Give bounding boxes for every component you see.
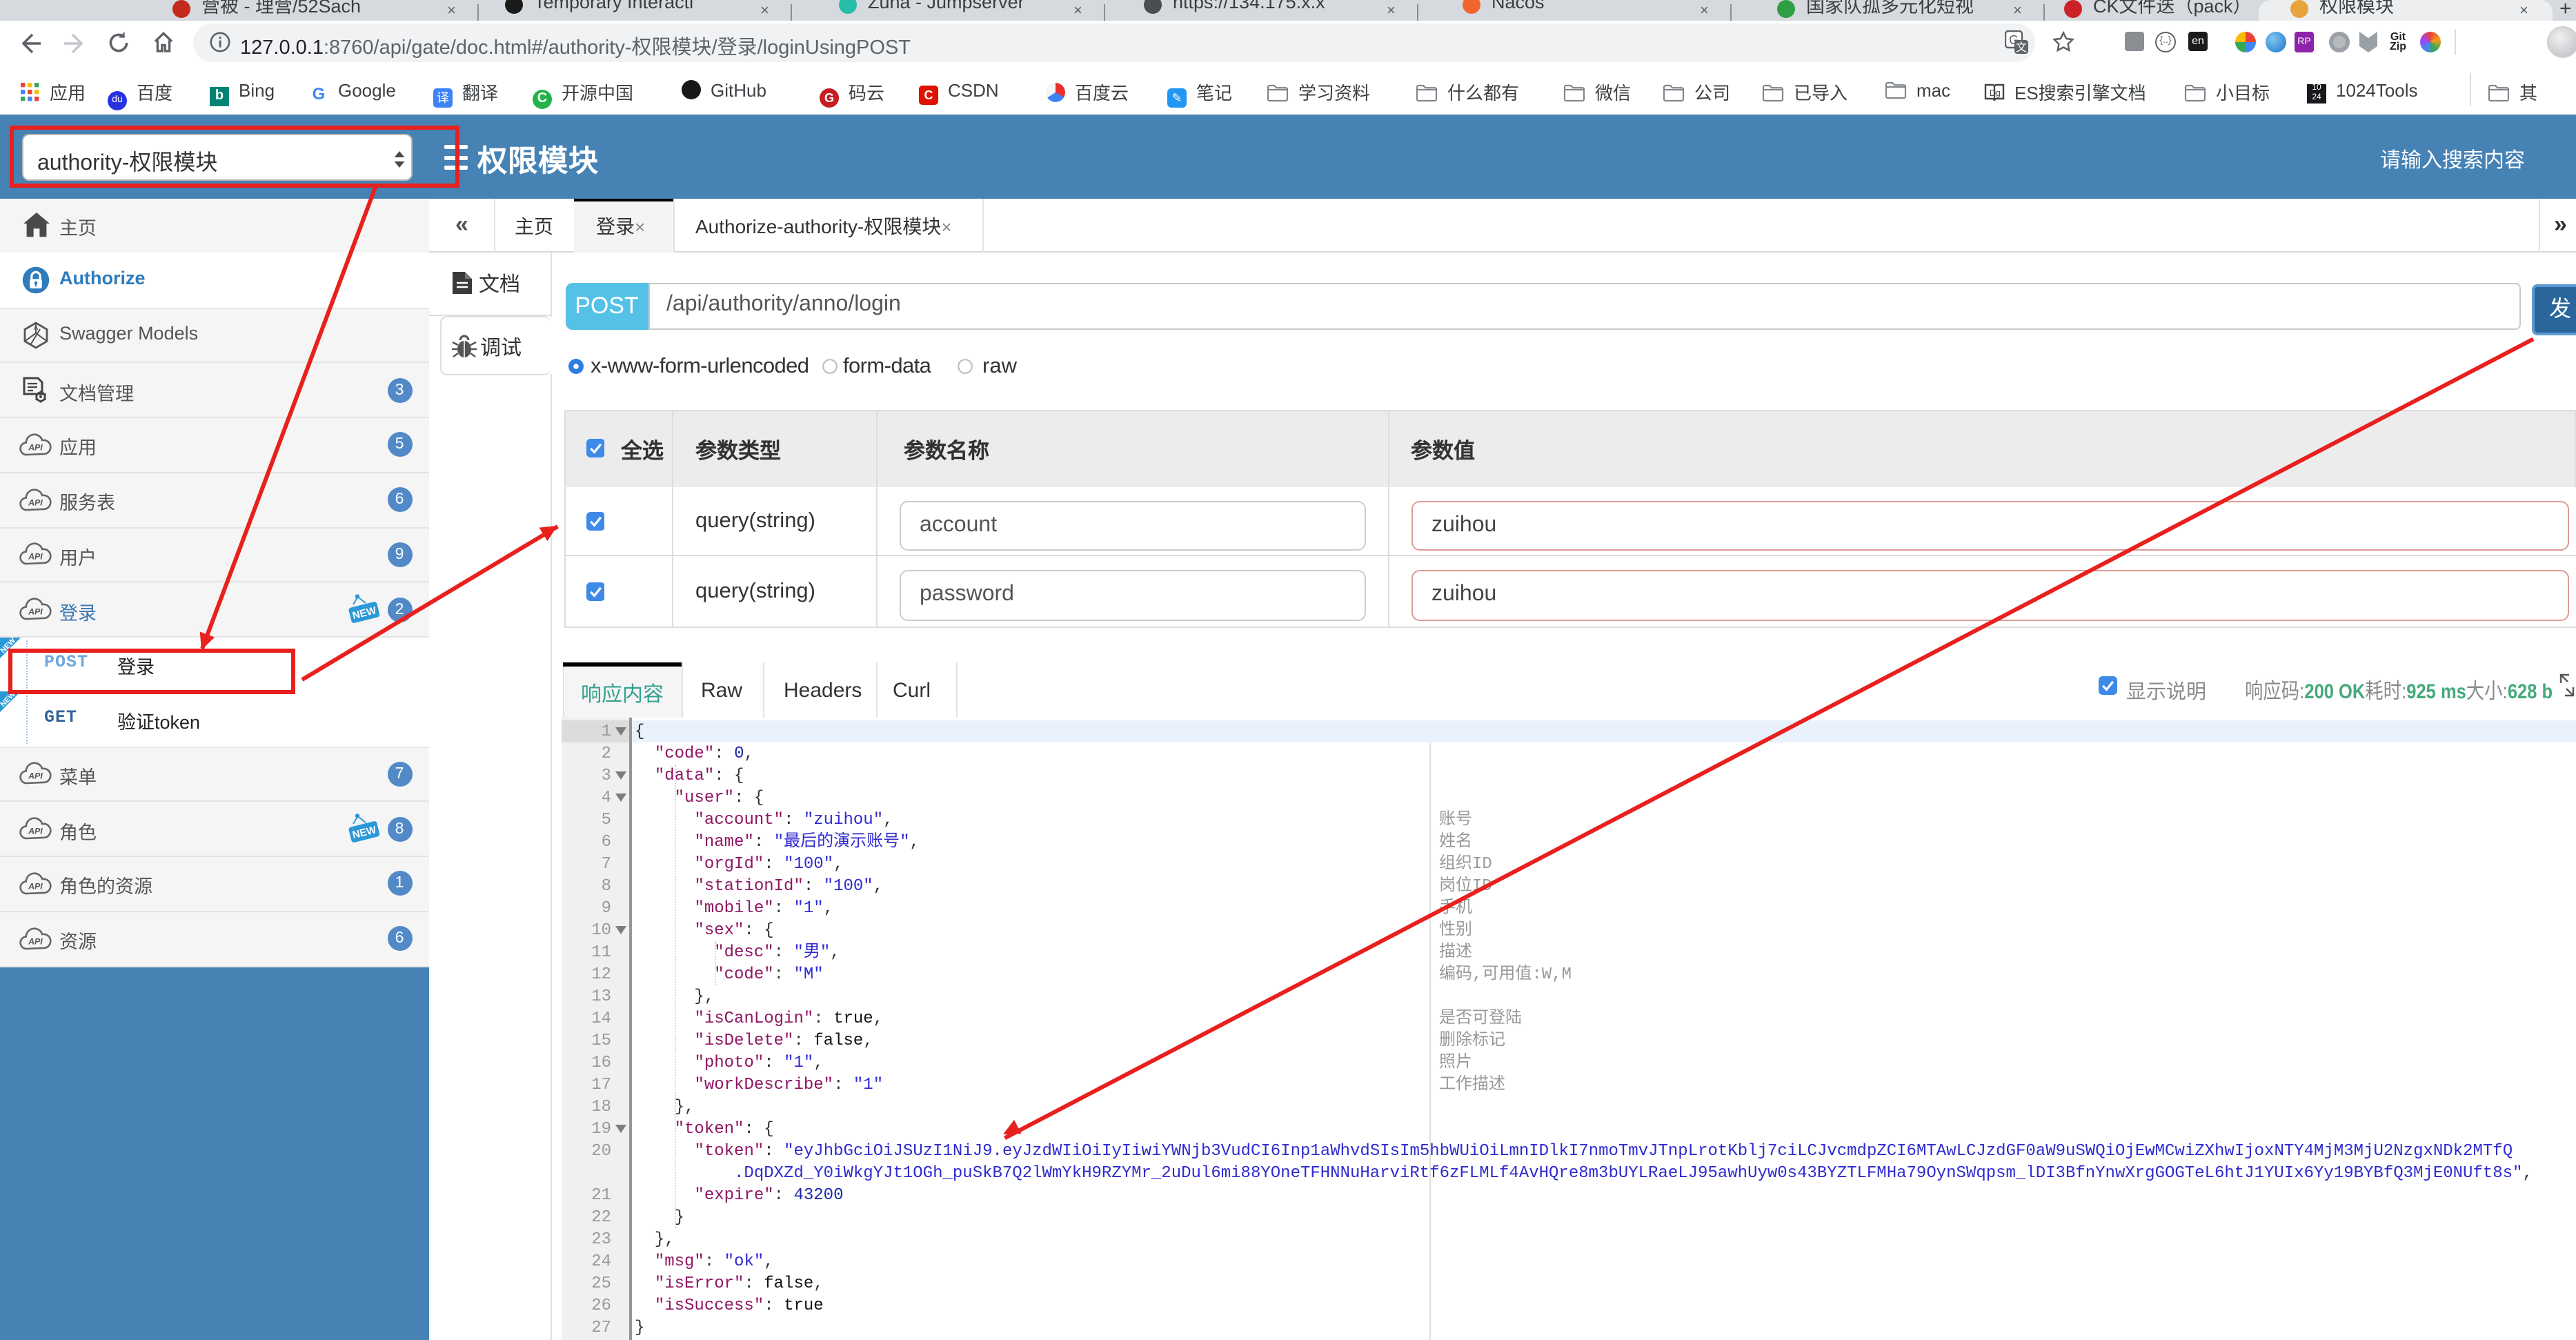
svg-text:API: API bbox=[28, 552, 43, 562]
svg-text:API: API bbox=[28, 771, 43, 781]
svg-text:API: API bbox=[28, 497, 43, 507]
svg-text:API: API bbox=[28, 881, 43, 891]
svg-text:API: API bbox=[28, 442, 43, 452]
svg-text:g: g bbox=[1996, 88, 2001, 98]
svg-text:API: API bbox=[28, 827, 43, 836]
svg-text:API: API bbox=[28, 936, 43, 946]
svg-text:A: A bbox=[34, 324, 39, 332]
svg-text:API: API bbox=[28, 607, 43, 617]
svg-text:文: 文 bbox=[2016, 41, 2027, 54]
